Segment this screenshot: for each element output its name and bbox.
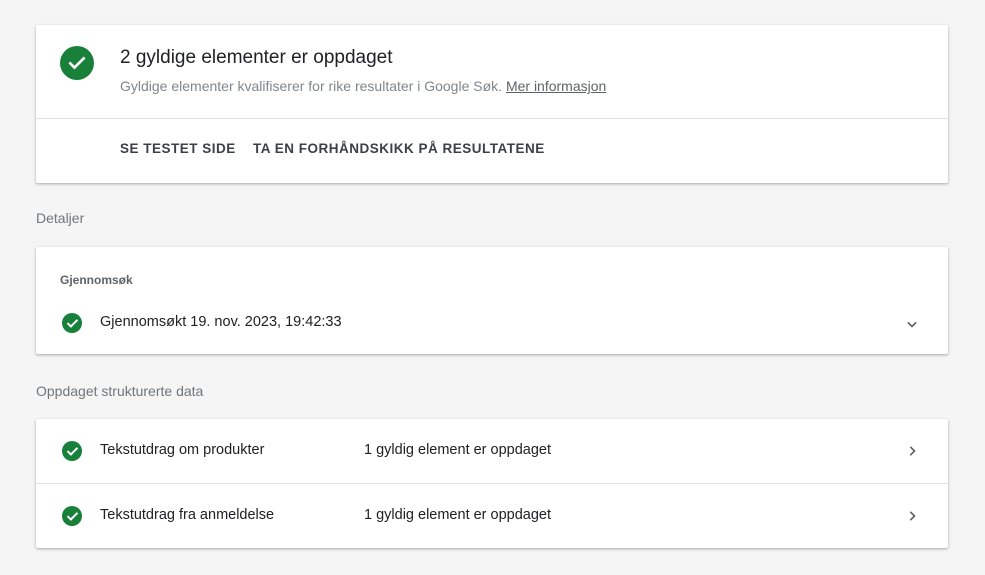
structured-data-row[interactable]: Tekstutdrag fra anmeldelse 1 gyldig elem… bbox=[36, 484, 948, 548]
check-circle-icon bbox=[62, 441, 82, 461]
structured-data-status: 1 gyldig element er oppdaget bbox=[364, 442, 552, 458]
preview-results-button[interactable]: TA EN FORHÅNDSKIKK PÅ RESULTATENE bbox=[253, 141, 545, 156]
crawl-status-text: Gjennomsøkt 19. nov. 2023, 19:42:33 bbox=[100, 314, 342, 330]
divider bbox=[36, 118, 948, 119]
structured-data-status: 1 gyldig element er oppdaget bbox=[364, 507, 552, 523]
check-circle-icon bbox=[62, 506, 82, 526]
crawl-heading: Gjennomsøk bbox=[60, 273, 133, 287]
check-circle-icon bbox=[60, 46, 94, 80]
chevron-right-icon[interactable] bbox=[902, 441, 922, 461]
structured-data-row[interactable]: Tekstutdrag om produkter 1 gyldig elemen… bbox=[36, 419, 948, 484]
summary-card: 2 gyldige elementer er oppdaget Gyldige … bbox=[36, 25, 948, 183]
result-subtitle-text: Gyldige elementer kvalifiserer for rike … bbox=[120, 78, 503, 94]
check-circle-icon bbox=[62, 313, 82, 333]
chevron-down-icon[interactable] bbox=[902, 314, 922, 334]
structured-data-section-label: Oppdaget strukturerte data bbox=[36, 383, 204, 399]
structured-data-card: Tekstutdrag om produkter 1 gyldig elemen… bbox=[36, 419, 948, 548]
chevron-right-icon[interactable] bbox=[902, 506, 922, 526]
crawl-card: Gjennomsøk Gjennomsøkt 19. nov. 2023, 19… bbox=[36, 247, 948, 354]
structured-data-name: Tekstutdrag om produkter bbox=[100, 442, 265, 458]
structured-data-name: Tekstutdrag fra anmeldelse bbox=[100, 507, 275, 523]
result-subtitle: Gyldige elementer kvalifiserer for rike … bbox=[120, 76, 606, 96]
more-info-link[interactable]: Mer informasjon bbox=[506, 78, 606, 94]
result-title: 2 gyldige elementer er oppdaget bbox=[120, 47, 393, 68]
view-tested-page-button[interactable]: SE TESTET SIDE bbox=[120, 141, 236, 156]
details-section-label: Detaljer bbox=[36, 210, 85, 226]
